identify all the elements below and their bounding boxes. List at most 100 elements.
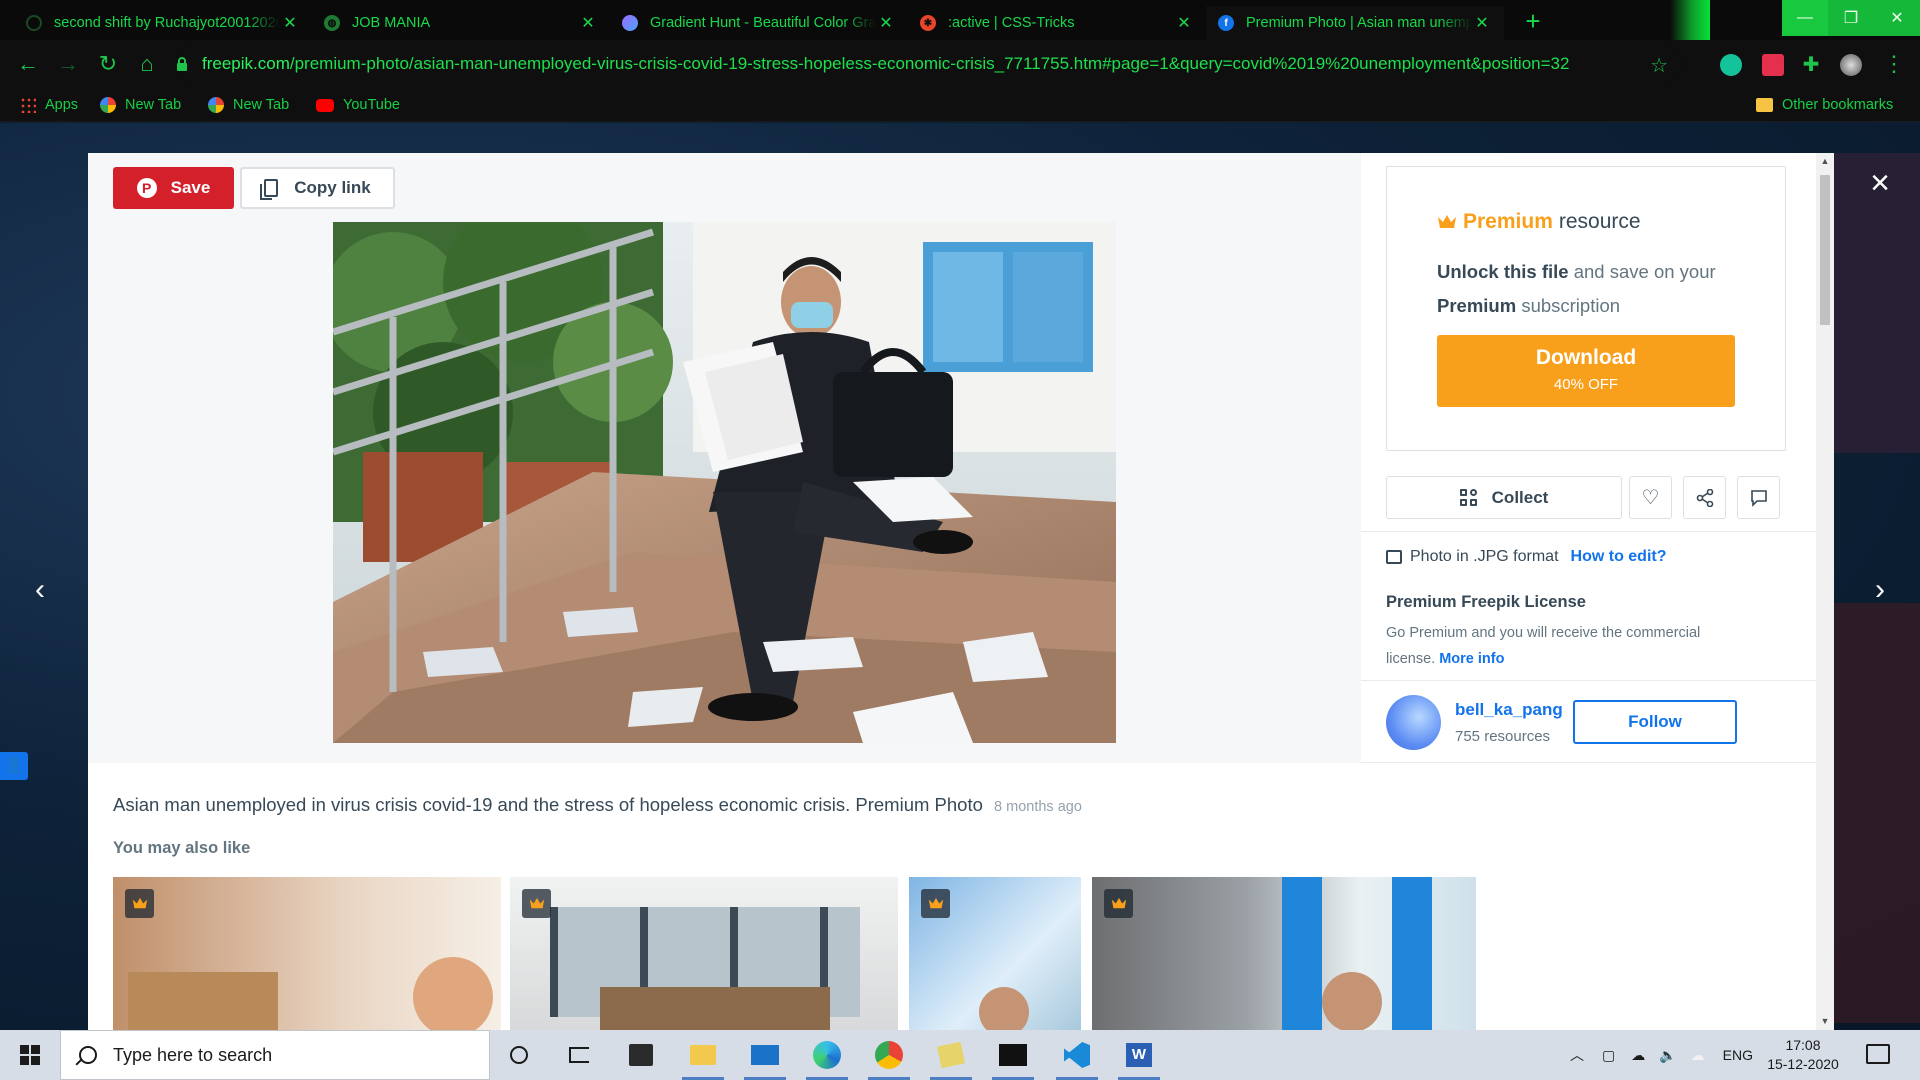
bookmark-youtube[interactable]: YouTube [316,95,400,115]
close-icon[interactable]: ✕ [280,13,300,33]
folder-icon [1756,98,1773,112]
tab-title: Premium Photo | Asian man unemployed [1246,15,1472,31]
tray-icons: ︿ ▢ ☁ 🔈 ☁ ENG [1570,1030,1753,1080]
device-icon[interactable]: ▢ [1602,1047,1615,1064]
system-clock[interactable]: 17:08 15-12-2020 [1758,1036,1848,1074]
author-avatar[interactable] [1386,695,1441,750]
scrollbar-thumb[interactable] [1820,175,1830,325]
clock-date: 15-12-2020 [1767,1056,1839,1072]
sticky-notes-icon[interactable] [924,1030,978,1080]
related-photo-3[interactable] [909,877,1081,1030]
puzzle-extensions-icon[interactable]: ✚ [1800,54,1822,76]
volume-icon[interactable]: 🔈 [1659,1047,1676,1064]
premium-crown-badge [522,889,551,918]
forward-button[interactable]: → [54,50,82,78]
other-bookmarks[interactable]: Other bookmarks [1756,95,1893,115]
tab-second-shift[interactable]: second shift by Ruchajyot20012020 ✕ [14,6,312,40]
taskbar-search-box[interactable]: Type here to search [60,1030,490,1080]
grammarly-extension-icon[interactable] [1720,54,1742,76]
pocket-extension-icon[interactable] [1762,54,1784,76]
maximize-button[interactable]: ❐ [1828,0,1874,36]
google-icon [100,97,116,113]
menu-kebab-icon[interactable]: ⋮ [1880,50,1908,78]
file-format: Photo in .JPG format How to edit? [1386,548,1667,566]
bookmark-new-tab-2[interactable]: New Tab [208,95,289,115]
premium-crown-badge [125,889,154,918]
scroll-down-arrow-icon[interactable]: ▼ [1820,1016,1830,1026]
show-hidden-icons-chevron-icon[interactable]: ︿ [1570,1045,1584,1065]
back-button[interactable]: ← [14,50,42,78]
close-window-button[interactable]: ✕ [1874,0,1920,36]
tab-strip: second shift by Ruchajyot20012020 ✕ ◍ JO… [0,0,1920,40]
close-icon[interactable]: ✕ [1472,13,1492,33]
terminal-icon[interactable] [986,1030,1040,1080]
photo-detail [1392,877,1432,1030]
store-icon[interactable] [614,1030,668,1080]
address-bar[interactable]: freepik.com/premium-photo/asian-man-unem… [176,45,1682,83]
photo-detail [979,987,1029,1030]
modal-scrollbar[interactable]: ▲ ▼ [1816,153,1834,1030]
url-path: /premium-photo/asian-man-unemployed-viru… [289,54,1570,73]
vscode-icon[interactable] [1050,1030,1104,1080]
tab-gradient-hunt[interactable]: Gradient Hunt - Beautiful Color Gradient… [610,6,908,40]
clock-time: 17:08 [1785,1037,1821,1053]
start-button[interactable] [0,1030,60,1080]
chrome-icon[interactable] [862,1030,916,1080]
bookmark-label: New Tab [233,97,290,113]
user-feedback-icon[interactable]: 👤 [0,752,28,780]
close-icon[interactable]: ✕ [876,13,896,33]
related-photo-4[interactable] [1092,877,1476,1030]
cortana-icon[interactable] [492,1030,546,1080]
subscription-text: subscription [1521,295,1621,316]
minimize-button[interactable]: — [1782,0,1828,36]
network-icon[interactable]: ☁ [1631,1047,1645,1064]
pinterest-save-button[interactable]: P Save [113,167,234,209]
tab-css-tricks[interactable]: ✱ :active | CSS-Tricks ✕ [908,6,1206,40]
next-photo-arrow-icon[interactable]: › [1860,570,1900,610]
premium-crown-badge [1104,889,1133,918]
previous-photo-arrow-icon[interactable]: ‹ [20,570,60,610]
download-label: Download [1535,346,1637,369]
reload-button[interactable]: ↻ [94,50,122,78]
file-explorer-icon[interactable] [676,1030,730,1080]
scroll-up-arrow-icon[interactable]: ▲ [1820,156,1830,166]
copy-link-button[interactable]: Copy link [240,167,395,209]
how-to-edit-link[interactable]: How to edit? [1571,548,1667,566]
download-button[interactable]: Download 40% OFF [1437,335,1735,407]
onedrive-cloud-icon[interactable]: ☁ [1691,1047,1705,1064]
follow-button[interactable]: Follow [1573,700,1737,744]
main-photo[interactable] [333,222,1116,743]
collect-button[interactable]: Collect [1386,476,1622,519]
image-icon [1386,550,1402,564]
like-button[interactable]: ♡ [1629,476,1672,519]
more-info-link[interactable]: More info [1439,651,1504,667]
notifications-icon[interactable] [1866,1044,1890,1064]
related-photo-1[interactable] [113,877,501,1030]
language-indicator[interactable]: ENG [1723,1047,1753,1063]
close-modal-icon[interactable]: × [1862,166,1898,202]
edge-icon[interactable] [800,1030,854,1080]
word-icon[interactable]: W [1112,1030,1166,1080]
resource-word: resource [1558,210,1641,233]
task-view-icon[interactable] [552,1030,606,1080]
globe-icon: ◍ [324,15,340,31]
home-button[interactable]: ⌂ [133,50,161,78]
tab-job-mania[interactable]: ◍ JOB MANIA ✕ [312,6,610,40]
mail-icon[interactable] [738,1030,792,1080]
comment-button[interactable] [1737,476,1780,519]
tab-freepik[interactable]: f Premium Photo | Asian man unemployed ✕ [1206,6,1504,40]
new-tab-button[interactable]: + [1520,8,1546,35]
bookmark-label: Apps [45,97,79,113]
bookmark-star-icon[interactable]: ☆ [1650,53,1668,78]
save-text: and save on your [1573,261,1716,282]
bookmark-apps[interactable]: Apps [20,95,78,115]
crown-icon [928,897,943,909]
related-photo-2[interactable] [510,877,898,1030]
close-icon[interactable]: ✕ [1174,13,1194,33]
close-icon[interactable]: ✕ [578,13,598,33]
share-button[interactable] [1683,476,1726,519]
profile-avatar[interactable] [1840,54,1862,76]
author-name[interactable]: bell_ka_pang [1455,700,1563,720]
license-title: Premium Freepik License [1386,593,1586,611]
bookmark-new-tab-1[interactable]: New Tab [100,95,181,115]
